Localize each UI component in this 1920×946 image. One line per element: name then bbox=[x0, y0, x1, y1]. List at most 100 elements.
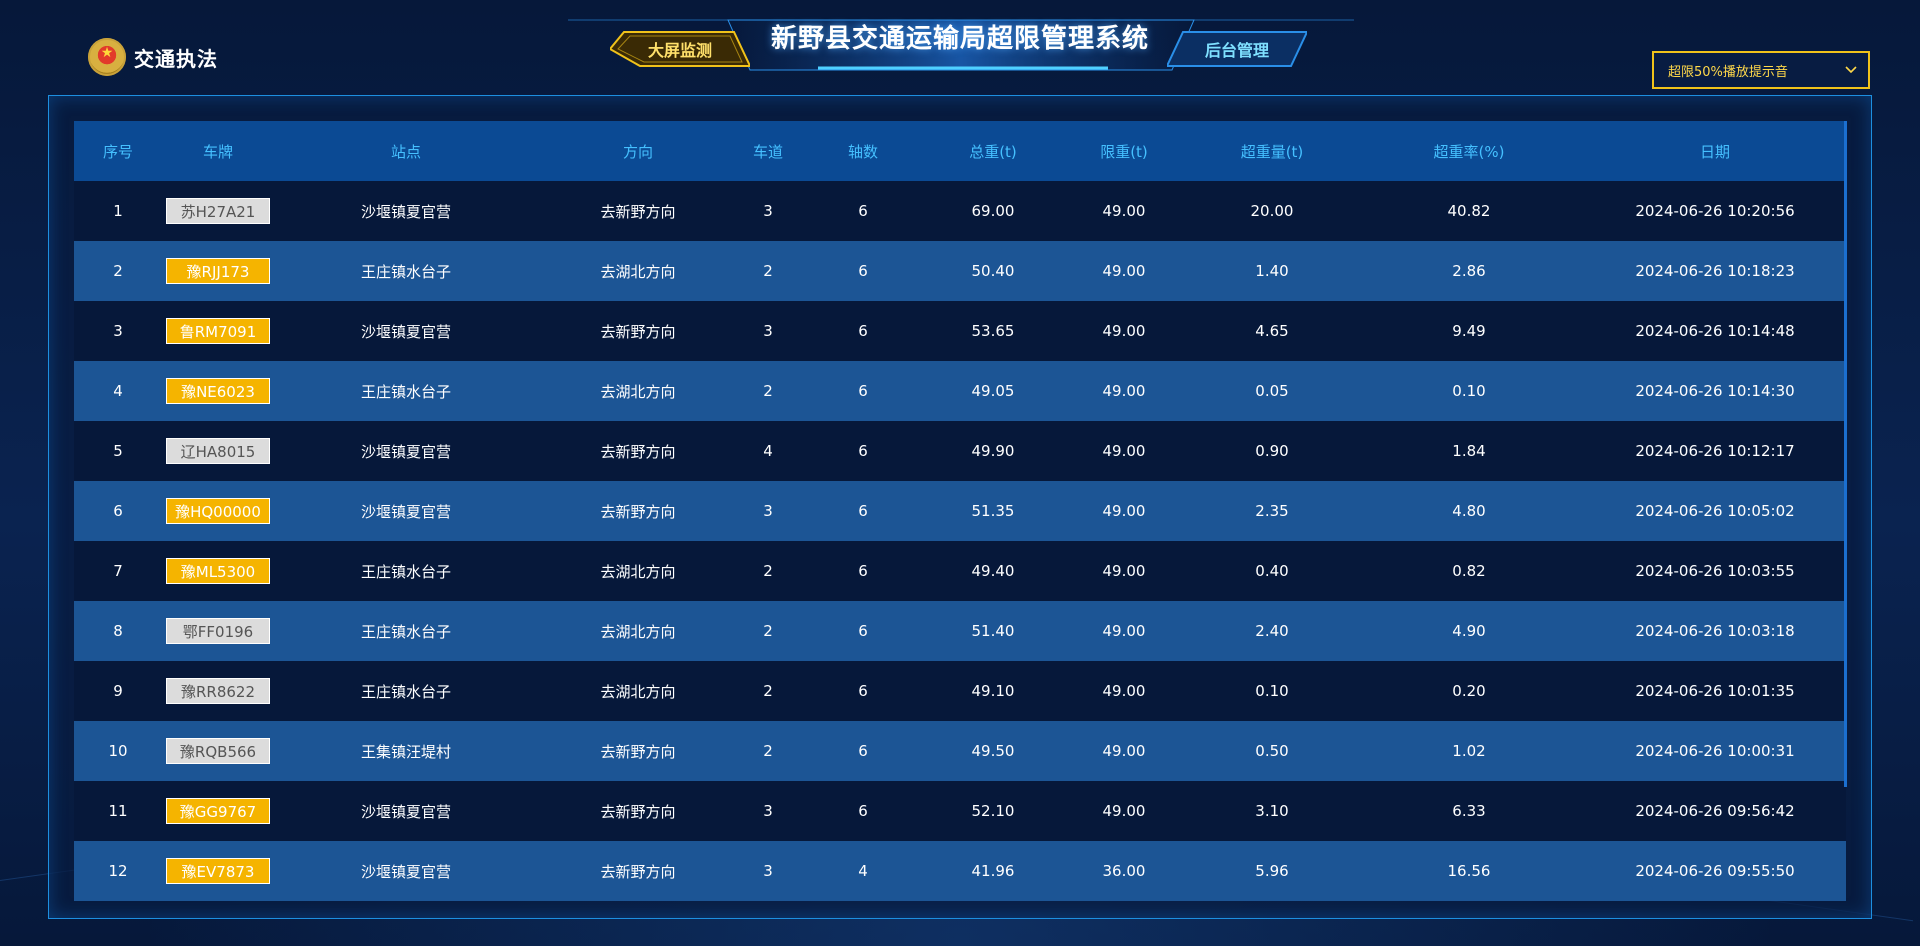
direction: 去新野方向 bbox=[600, 502, 676, 521]
license-plate: 豫GG9767 bbox=[166, 798, 270, 824]
weight-limit: 49.00 bbox=[1102, 562, 1146, 580]
direction: 去新野方向 bbox=[600, 802, 676, 821]
row-number: 11 bbox=[108, 802, 128, 820]
axle-count: 6 bbox=[858, 622, 868, 640]
table-row[interactable]: 6 豫HQ00000 沙堰镇夏官营 去新野方向 3 6 51.35 49.00 2.35 4.80… bbox=[74, 481, 1846, 541]
station-name: 王集镇汪堤村 bbox=[360, 742, 451, 761]
plate-cell: 豫GG9767 bbox=[162, 798, 274, 824]
sound-alert-select[interactable]: 超限50%播放提示音 bbox=[1652, 51, 1870, 89]
record-date: 2024-06-26 09:55:50 bbox=[1635, 862, 1795, 880]
column-header: 总重(t) bbox=[969, 142, 1017, 161]
station-name: 沙堰镇夏官营 bbox=[360, 442, 451, 461]
plate-cell: 豫HQ00000 bbox=[162, 498, 274, 524]
select-value: 超限50%播放提示音 bbox=[1668, 64, 1788, 80]
direction: 去湖北方向 bbox=[600, 262, 676, 281]
table-row[interactable]: 1 苏H27A21 沙堰镇夏官营 去新野方向 3 6 69.00 49.00 20.00 40.8… bbox=[74, 181, 1846, 241]
brand: 交通执法 bbox=[88, 38, 218, 76]
column-header: 序号 bbox=[102, 142, 133, 161]
direction: 去新野方向 bbox=[600, 322, 676, 341]
direction: 去新野方向 bbox=[600, 442, 676, 461]
column-header: 限重(t) bbox=[1100, 142, 1148, 161]
weight-limit: 49.00 bbox=[1102, 442, 1146, 460]
direction: 去新野方向 bbox=[600, 862, 676, 881]
total-weight: 69.00 bbox=[971, 202, 1015, 220]
table-row[interactable]: 2 豫RJJ173 王庄镇水台子 去湖北方向 2 6 50.40 49.00 1.40 2.86 2… bbox=[74, 241, 1846, 301]
weight-limit: 49.00 bbox=[1102, 742, 1146, 760]
axle-count: 6 bbox=[858, 442, 868, 460]
tab-big-screen-monitor[interactable]: 大屏监测 bbox=[610, 30, 750, 68]
direction: 去湖北方向 bbox=[600, 622, 676, 641]
overweight-amount: 0.10 bbox=[1255, 682, 1289, 700]
table-row[interactable]: 11 豫GG9767 沙堰镇夏官营 去新野方向 3 6 52.10 49.00 3.10 6.33… bbox=[74, 781, 1846, 841]
total-weight: 49.90 bbox=[971, 442, 1015, 460]
tab-label: 大屏监测 bbox=[647, 41, 712, 60]
column-header: 车道 bbox=[752, 142, 783, 161]
direction: 去新野方向 bbox=[600, 202, 676, 221]
police-emblem-icon bbox=[88, 38, 126, 76]
total-weight: 51.35 bbox=[971, 502, 1015, 520]
overweight-amount: 0.40 bbox=[1255, 562, 1289, 580]
table-row[interactable]: 10 豫RQB566 王集镇汪堤村 去新野方向 2 6 49.50 49.00 0.50 1.02… bbox=[74, 721, 1846, 781]
axle-count: 4 bbox=[858, 862, 868, 880]
overweight-rate: 0.10 bbox=[1452, 382, 1486, 400]
weight-limit: 49.00 bbox=[1102, 202, 1146, 220]
plate-cell: 豫RJJ173 bbox=[162, 258, 274, 284]
direction: 去湖北方向 bbox=[600, 682, 676, 701]
row-number: 12 bbox=[108, 862, 128, 880]
lane: 3 bbox=[763, 862, 773, 880]
table-row[interactable]: 9 豫RR8622 王庄镇水台子 去湖北方向 2 6 49.10 49.00 0.10 0.20 2… bbox=[74, 661, 1846, 721]
chevron-down-icon bbox=[1845, 66, 1857, 74]
overweight-rate: 0.20 bbox=[1452, 682, 1486, 700]
overweight-amount: 0.50 bbox=[1255, 742, 1289, 760]
record-date: 2024-06-26 10:12:17 bbox=[1635, 442, 1795, 460]
weight-limit: 49.00 bbox=[1102, 682, 1146, 700]
weight-limit: 49.00 bbox=[1102, 802, 1146, 820]
tab-backend-admin[interactable]: 后台管理 bbox=[1167, 30, 1307, 68]
table-row[interactable]: 12 豫EV7873 沙堰镇夏官营 去新野方向 3 4 41.96 36.00 5.96 16.5… bbox=[74, 841, 1846, 901]
overweight-rate: 16.56 bbox=[1447, 862, 1491, 880]
column-header: 方向 bbox=[622, 142, 653, 161]
lane: 2 bbox=[763, 682, 773, 700]
weight-limit: 49.00 bbox=[1102, 322, 1146, 340]
table-header-row: 序号 车牌 站点 方向 车道 轴数 总重(t) 限重(t) 超重量(t) 超重率(%) 日期 bbox=[74, 121, 1846, 181]
direction: 去湖北方向 bbox=[600, 382, 676, 401]
overweight-amount: 2.40 bbox=[1255, 622, 1289, 640]
station-name: 王庄镇水台子 bbox=[360, 622, 451, 641]
table-row[interactable]: 7 豫ML5300 王庄镇水台子 去湖北方向 2 6 49.40 49.00 0.40 0.82 2… bbox=[74, 541, 1846, 601]
column-header: 日期 bbox=[1699, 142, 1730, 161]
axle-count: 6 bbox=[858, 322, 868, 340]
page: 交通执法 新野县交通运输局超限管理系统 大屏监测 后台 bbox=[0, 0, 1920, 946]
plate-cell: 豫ML5300 bbox=[162, 558, 274, 584]
license-plate: 辽HA8015 bbox=[166, 438, 270, 464]
station-name: 王庄镇水台子 bbox=[360, 262, 451, 281]
lane: 4 bbox=[763, 442, 773, 460]
axle-count: 6 bbox=[858, 382, 868, 400]
direction: 去湖北方向 bbox=[600, 562, 676, 581]
total-weight: 49.10 bbox=[971, 682, 1015, 700]
overweight-amount: 20.00 bbox=[1250, 202, 1294, 220]
plate-cell: 苏H27A21 bbox=[162, 198, 274, 224]
lane: 2 bbox=[763, 622, 773, 640]
overweight-rate: 1.02 bbox=[1452, 742, 1486, 760]
license-plate: 鄂FF0196 bbox=[166, 618, 270, 644]
page-title: 新野县交通运输局超限管理系统 bbox=[770, 24, 1149, 54]
data-panel: 序号 车牌 站点 方向 车道 轴数 总重(t) 限重(t) 超重量(t) 超重率(%) 日期 1 苏H… bbox=[48, 95, 1872, 919]
total-weight: 52.10 bbox=[971, 802, 1015, 820]
total-weight: 53.65 bbox=[971, 322, 1015, 340]
table-row[interactable]: 3 鲁RM7091 沙堰镇夏官营 去新野方向 3 6 53.65 49.00 4.65 9.49 2… bbox=[74, 301, 1846, 361]
lane: 3 bbox=[763, 502, 773, 520]
plate-cell: 辽HA8015 bbox=[162, 438, 274, 464]
axle-count: 6 bbox=[858, 562, 868, 580]
overweight-amount: 0.90 bbox=[1255, 442, 1289, 460]
scrollbar[interactable] bbox=[1844, 121, 1847, 787]
total-weight: 41.96 bbox=[971, 862, 1015, 880]
table-row[interactable]: 5 辽HA8015 沙堰镇夏官营 去新野方向 4 6 49.90 49.00 0.90 1.84 2… bbox=[74, 421, 1846, 481]
lane: 2 bbox=[763, 382, 773, 400]
record-date: 2024-06-26 10:14:48 bbox=[1635, 322, 1795, 340]
row-number: 6 bbox=[113, 502, 123, 520]
direction: 去新野方向 bbox=[600, 742, 676, 761]
table-row[interactable]: 8 鄂FF0196 王庄镇水台子 去湖北方向 2 6 51.40 49.00 2.40 4.90 2… bbox=[74, 601, 1846, 661]
station-name: 沙堰镇夏官营 bbox=[360, 322, 451, 341]
table-row[interactable]: 4 豫NE6023 王庄镇水台子 去湖北方向 2 6 49.05 49.00 0.05 0.10 2… bbox=[74, 361, 1846, 421]
axle-count: 6 bbox=[858, 502, 868, 520]
